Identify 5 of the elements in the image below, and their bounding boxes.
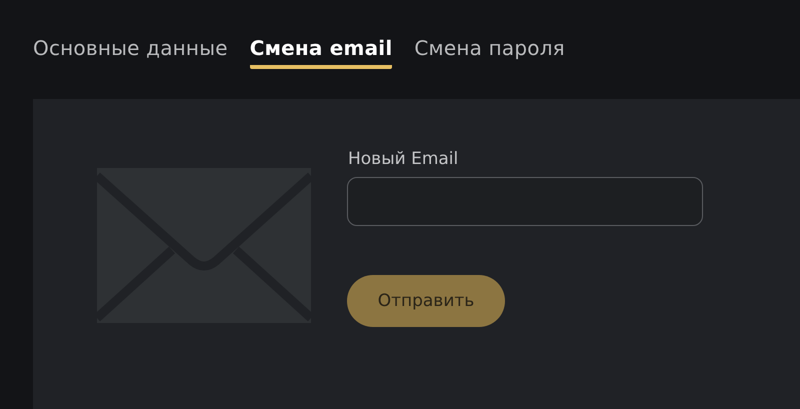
- email-field[interactable]: [347, 177, 703, 226]
- tab[interactable]: Смена email: [250, 30, 392, 69]
- field-label: Новый Email: [348, 149, 460, 169]
- tab[interactable]: Смена пароля: [414, 30, 565, 69]
- tab[interactable]: Основные данные: [33, 30, 228, 69]
